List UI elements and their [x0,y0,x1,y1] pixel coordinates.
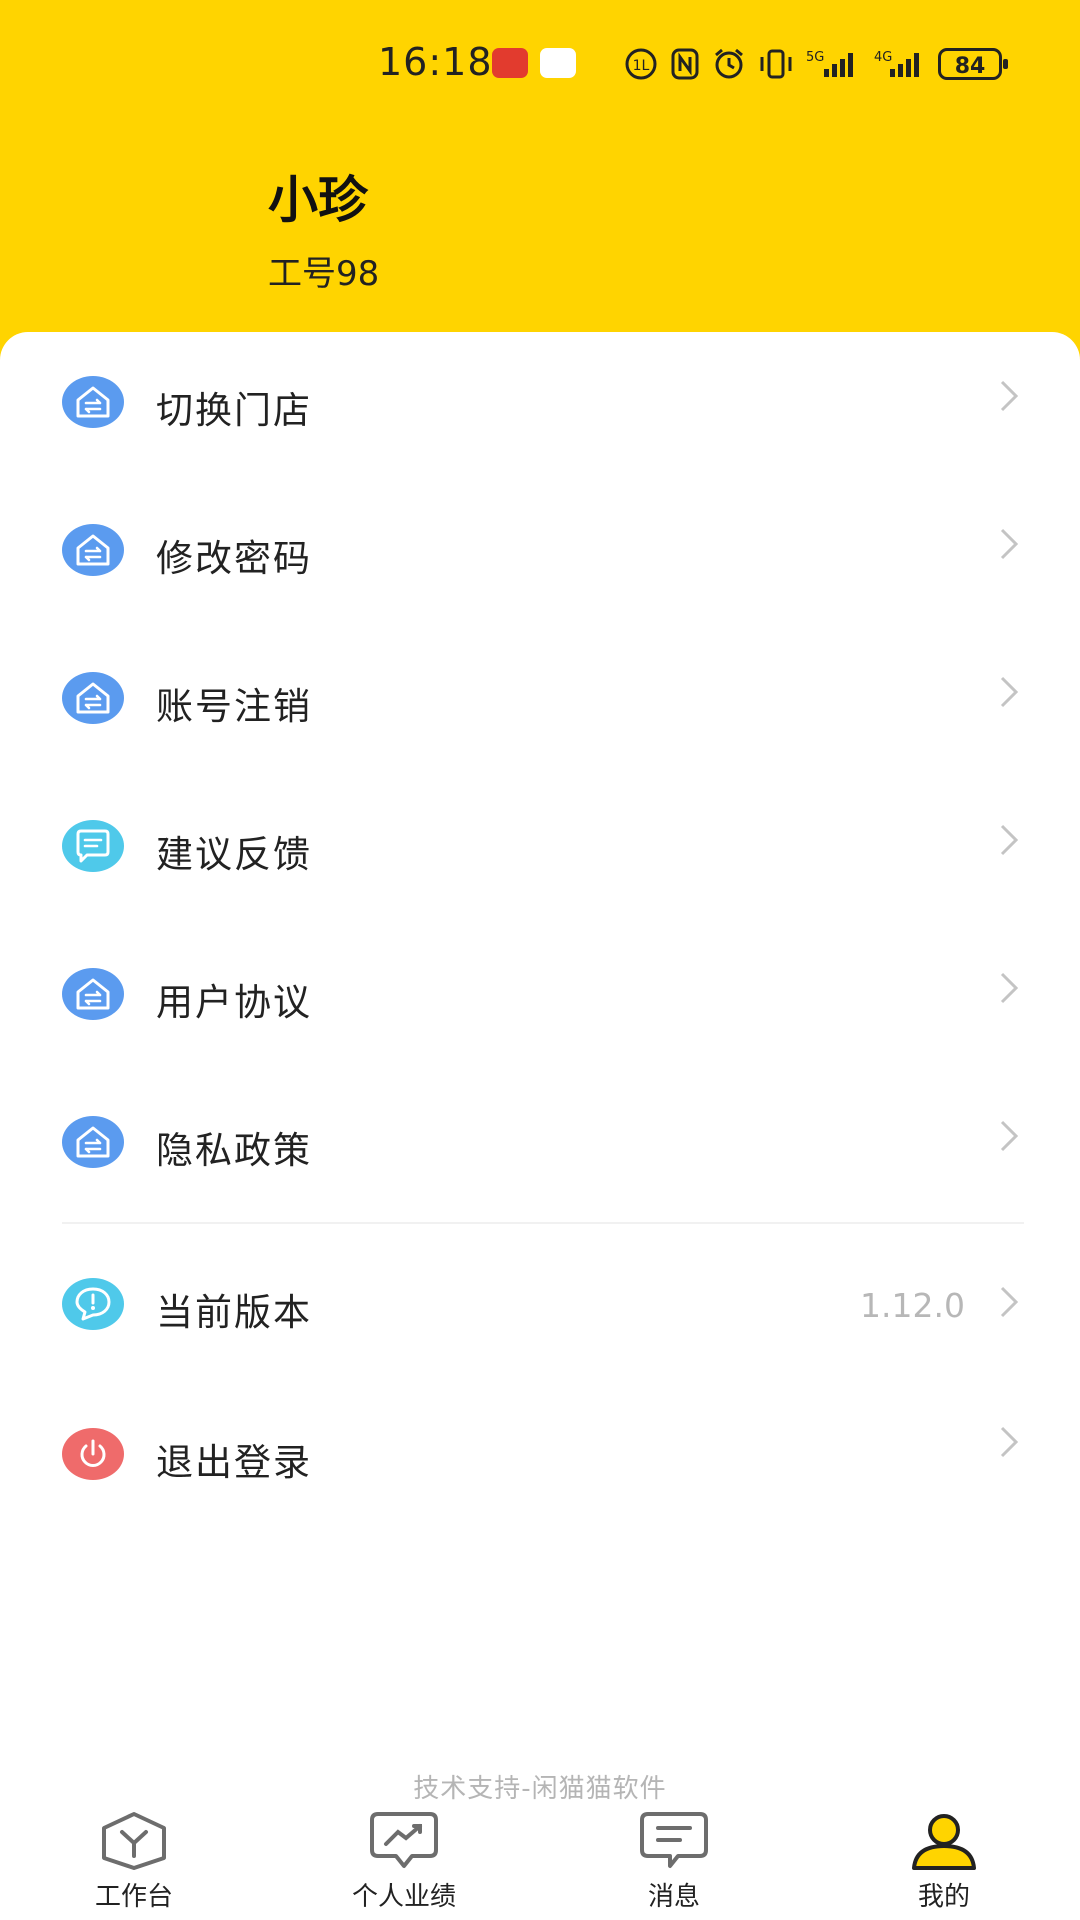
menu-item-label: 当前版本 [156,1291,312,1334]
nfc-icon [671,48,699,80]
menu-item-label: 修改密码 [156,537,312,580]
tab-messages[interactable]: 消息 [574,1800,774,1920]
menu-item-delete-account[interactable]: 账号注销 [0,642,1080,762]
store-swap-icon [62,1116,124,1168]
tab-label: 消息 [647,1882,700,1912]
svg-text:5G: 5G [806,50,824,65]
signal-5g-icon: 5G [806,50,853,77]
menu-item-label: 建议反馈 [156,833,312,876]
store-swap-icon [62,672,124,724]
workbench-icon [102,1812,166,1870]
app-notification-icon [540,48,576,78]
tab-performance[interactable]: 个人业绩 [304,1800,504,1920]
menu-item-feedback[interactable]: 建议反馈 [0,790,1080,910]
user-name: 小珍 [268,171,368,229]
tab-label: 工作台 [94,1882,173,1912]
menu-item-logout[interactable]: 退出登录 [0,1398,1080,1518]
menu-item-current-version[interactable]: 当前版本 1.12.0 [0,1248,1080,1368]
chevron-right-icon [1000,380,1019,412]
menu-item-switch-store[interactable]: 切换门店 [0,346,1080,466]
hd-call-icon: 1L [625,48,657,80]
profile-header: 16:18 1L 5G 4G 84 小珍 工号98 [0,0,1080,380]
menu-item-label: 切换门店 [156,389,312,432]
system-icons: 1L 5G 4G 84 [624,44,1008,84]
tab-label: 个人业绩 [351,1882,456,1912]
tab-mine[interactable]: 我的 [844,1800,1044,1920]
status-bar: 16:18 1L 5G 4G 84 [0,0,1080,128]
chevron-right-icon [1000,824,1019,856]
version-number: 1.12.0 [860,1286,965,1325]
info-chat-icon [62,1278,124,1330]
employee-id: 工号98 [268,254,380,294]
chevron-right-icon [1000,528,1019,560]
battery-level: 84 [954,54,986,79]
app-notification-icon [492,48,528,78]
message-icon [640,1812,708,1868]
divider [62,1222,1024,1224]
bottom-tab-bar: 工作台 个人业绩 消息 我的 [0,1800,1080,1920]
chevron-right-icon [1000,676,1019,708]
tab-label: 我的 [917,1882,970,1912]
store-swap-icon [62,524,124,576]
power-icon [62,1428,124,1480]
chevron-right-icon [1000,972,1019,1004]
menu-item-label: 账号注销 [156,685,312,728]
profile-icon [912,1814,976,1870]
menu-item-label: 退出登录 [156,1441,312,1484]
menu-item-label: 用户协议 [156,981,312,1024]
chevron-right-icon [1000,1286,1019,1318]
feedback-chat-icon [62,820,124,872]
tab-workbench[interactable]: 工作台 [34,1800,234,1920]
store-swap-icon [62,376,124,428]
menu-item-change-password[interactable]: 修改密码 [0,494,1080,614]
signal-4g-icon: 4G [874,50,919,77]
battery-icon: 84 [938,48,1008,80]
menu-item-user-agreement[interactable]: 用户协议 [0,938,1080,1058]
status-time: 16:18 [378,40,493,84]
svg-text:4G: 4G [874,50,892,65]
svg-text:1L: 1L [633,58,650,74]
chevron-right-icon [1000,1120,1019,1152]
performance-icon [370,1812,438,1868]
menu-item-label: 隐私政策 [156,1129,312,1172]
menu-item-privacy-policy[interactable]: 隐私政策 [0,1086,1080,1206]
store-swap-icon [62,968,124,1020]
vibrate-icon [760,49,792,79]
alarm-icon [715,48,743,79]
chevron-right-icon [1000,1426,1019,1458]
